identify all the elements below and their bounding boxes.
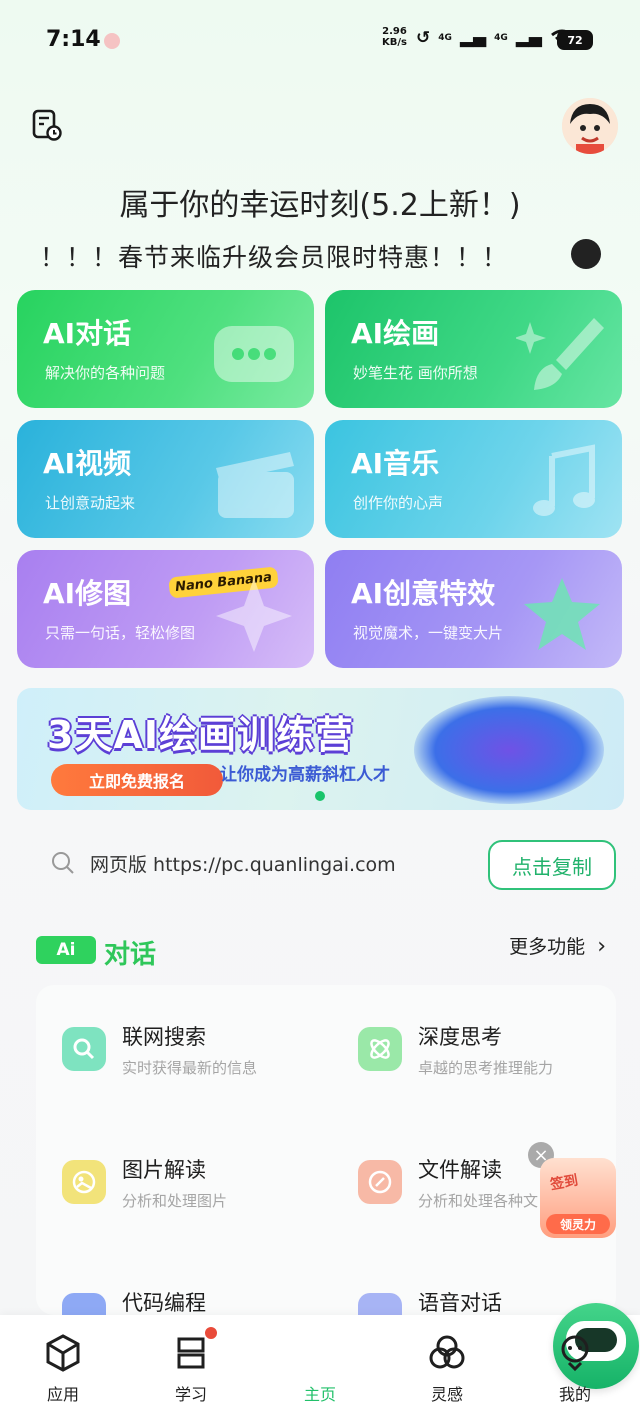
voice-icon — [358, 1293, 402, 1315]
clapperboard-icon — [216, 452, 294, 518]
network-speed: 2.96 KB/s — [382, 26, 407, 48]
feature-title: AI创意特效 — [351, 577, 496, 610]
web-search-icon — [62, 1027, 106, 1071]
web-url-bar: 网页版 https://pc.quanlingai.com — [36, 838, 480, 888]
function-item-coding[interactable]: 代码编程 — [36, 1283, 316, 1315]
feature-card-ai-music[interactable]: AI音乐 创作你的心声 — [325, 420, 622, 538]
triple-circle-icon — [429, 1335, 465, 1369]
feature-subtitle: 让创意动起来 — [45, 494, 136, 512]
feature-title: AI修图 — [43, 577, 132, 610]
feature-card-ai-creative-effects[interactable]: AI创意特效 视觉魔术，一键变大片 — [325, 550, 622, 668]
feature-subtitle: 创作你的心声 — [353, 494, 444, 512]
signal-1-label: 4G — [438, 33, 452, 43]
section-title: 对话 — [104, 940, 157, 970]
tab-apps[interactable]: 应用 — [18, 1333, 108, 1413]
cube-icon — [46, 1334, 80, 1372]
banner-subtitle: 让你成为高薪斜杠人才 — [220, 765, 390, 785]
more-features-label: 更多功能 — [509, 936, 586, 958]
carousel-indicator — [315, 791, 325, 801]
banner-illustration — [414, 696, 604, 804]
signal-1-icon: ▂▄ — [459, 28, 487, 48]
star-icon — [524, 578, 600, 650]
status-bar: 7:14 2.96 KB/s ↺ 4G ▂▄ 4G ▂▄ 72 — [0, 0, 640, 80]
feature-title: AI视频 — [43, 447, 132, 480]
banner-signup-button[interactable]: 立即免费报名 — [51, 764, 223, 796]
search-icon — [52, 852, 74, 874]
network-speed-unit: KB/s — [382, 37, 407, 48]
function-title: 深度思考 — [418, 1025, 502, 1049]
function-title: 语音对话 — [418, 1291, 502, 1315]
tab-label: 我的 — [558, 1385, 591, 1404]
banner-title: 3天AI绘画训练营 — [47, 713, 354, 757]
feature-card-ai-video[interactable]: AI视频 让创意动起来 — [17, 420, 314, 538]
ticker-record-icon[interactable] — [571, 239, 601, 269]
feature-title: AI绘画 — [351, 317, 440, 350]
function-title: 联网搜索 — [122, 1025, 206, 1049]
web-url-text: 网页版 https://pc.quanlingai.com — [90, 853, 396, 876]
tab-label: 学习 — [174, 1385, 207, 1404]
tab-label: 主页 — [303, 1385, 336, 1404]
feature-title: AI音乐 — [351, 447, 440, 480]
chat-section-header: Ai 对话 更多功能 › — [36, 930, 616, 970]
nfc-icon: ↺ — [416, 28, 431, 48]
feature-title: AI对话 — [43, 317, 132, 350]
function-title: 代码编程 — [122, 1291, 206, 1315]
function-desc: 分析和处理图片 — [122, 1192, 228, 1210]
battery-indicator: 72 — [557, 30, 593, 50]
function-item-image-analysis[interactable]: 图片解读 分析和处理图片 — [36, 1150, 316, 1230]
feature-card-ai-chat[interactable]: AI对话 解决你的各种问题 — [17, 290, 314, 408]
avatar[interactable] — [562, 98, 618, 154]
ai-badge: Ai — [36, 936, 96, 964]
checkin-label: 签到 — [548, 1172, 580, 1194]
function-title: 文件解读 — [418, 1158, 502, 1182]
profile-icon — [561, 1335, 589, 1372]
checkin-float-widget[interactable]: 签到 领灵力 — [540, 1158, 616, 1238]
notification-dot-icon — [104, 33, 120, 49]
feature-subtitle: 解决你的各种问题 — [45, 364, 166, 382]
announcement-ticker[interactable]: ！！！春节来临升级会员限时特惠！！！ — [40, 238, 508, 274]
feature-subtitle: 妙笔生花 画你所想 — [353, 364, 478, 382]
tab-home[interactable]: 主页 — [275, 1303, 639, 1413]
feature-card-ai-photo-edit[interactable]: AI修图 Nano Banana 只需一句话，轻松修图 — [17, 550, 314, 668]
history-icon[interactable] — [30, 108, 64, 142]
more-features-link[interactable]: 更多功能 › — [509, 932, 606, 959]
chat-bubble-icon — [214, 326, 294, 382]
chevron-right-icon: › — [597, 934, 606, 959]
function-title: 图片解读 — [122, 1158, 206, 1182]
function-item-deep-thinking[interactable]: 深度思考 卓越的思考推理能力 — [332, 1017, 612, 1097]
paintbrush-icon — [516, 318, 604, 390]
file-icon — [358, 1160, 402, 1204]
bottom-tab-bar: 应用 学习 主页 灵感 我的 — [0, 1303, 640, 1422]
tab-inspiration[interactable]: 灵感 — [402, 1333, 492, 1413]
status-time: 7:14 — [46, 27, 101, 52]
page-headline: 属于你的幸运时刻(5.2上新！) — [119, 188, 521, 223]
tab-label: 灵感 — [430, 1385, 463, 1404]
image-icon — [62, 1160, 106, 1204]
notification-badge — [203, 1325, 219, 1341]
network-speed-value: 2.96 — [382, 26, 407, 37]
feature-subtitle: 视觉魔术，一键变大片 — [353, 624, 504, 642]
checkin-reward-label: 领灵力 — [546, 1214, 610, 1234]
feature-subtitle: 只需一句话，轻松修图 — [45, 624, 196, 642]
tab-label: 应用 — [46, 1385, 79, 1404]
feature-card-ai-drawing[interactable]: AI绘画 妙笔生花 画你所想 — [325, 290, 622, 408]
music-note-icon — [533, 444, 595, 516]
tab-profile[interactable]: 我的 — [530, 1333, 620, 1413]
function-desc: 实时获得最新的信息 — [122, 1059, 258, 1077]
status-icons: ↺ 4G ▂▄ 4G ▂▄ — [416, 28, 574, 48]
signal-2-label: 4G — [494, 33, 508, 43]
function-desc: 卓越的思考推理能力 — [418, 1059, 554, 1077]
tab-learn[interactable]: 学习 — [146, 1325, 236, 1413]
signal-2-icon: ▂▄ — [515, 28, 542, 48]
copy-url-button[interactable]: 点击复制 — [488, 840, 616, 890]
function-desc: 分析和处理各种文 — [418, 1192, 539, 1210]
atom-icon — [358, 1027, 402, 1071]
code-icon — [62, 1293, 106, 1315]
function-item-web-search[interactable]: 联网搜索 实时获得最新的信息 — [36, 1017, 316, 1097]
sparkle-icon — [216, 578, 292, 652]
